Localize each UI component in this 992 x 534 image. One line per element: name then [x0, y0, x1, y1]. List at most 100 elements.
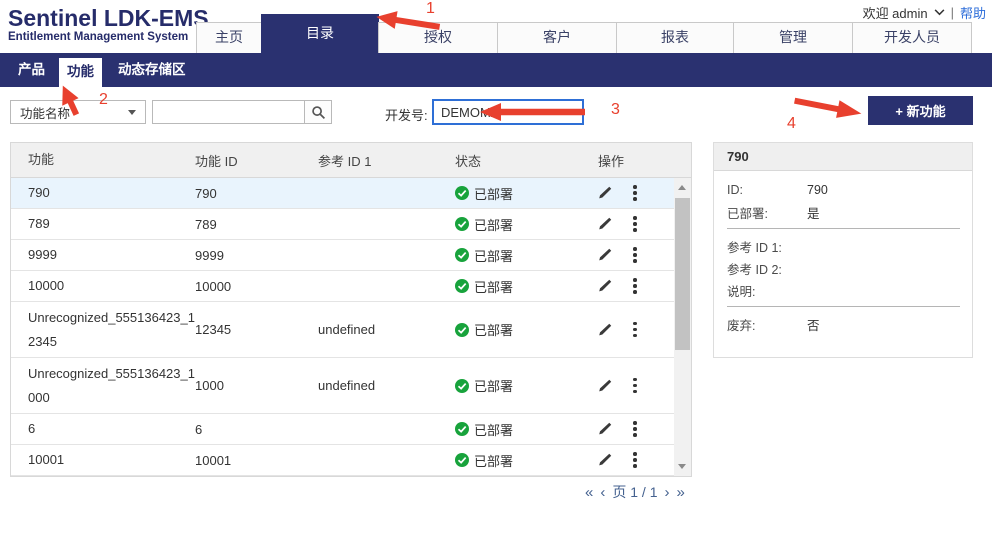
subnav-item-products[interactable]: 产品 [16, 53, 47, 87]
edit-icon[interactable] [598, 422, 612, 436]
edit-icon[interactable] [598, 186, 612, 200]
feature-name-cell: Unrecognized_555136423_1000 [11, 362, 195, 410]
column-header-feature-id: 功能 ID [195, 151, 318, 170]
table-row[interactable]: Unrecognized_555136423_10001000undefined… [11, 358, 674, 414]
table-row[interactable]: 789789 已部署 [11, 209, 674, 240]
feature-name-cell: Unrecognized_555136423_12345 [11, 306, 195, 354]
feature-name-cell: 10000 [11, 274, 195, 298]
actions-cell [588, 276, 674, 296]
detail-label-id: ID: [727, 183, 807, 197]
table-body: 790790已部署789789已部署99999999已部署1000010000已… [10, 178, 692, 477]
deployed-check-icon [455, 422, 469, 436]
logo-subtitle: Entitlement Management System [8, 31, 209, 43]
status-label: 已部署 [474, 215, 513, 234]
actions-cell [588, 245, 674, 265]
divider [727, 228, 960, 229]
detail-value-deployed: 是 [807, 203, 820, 222]
feature-name-cell: 790 [11, 181, 195, 205]
detail-title: 790 [714, 143, 972, 171]
prev-page-button[interactable]: ‹ [600, 484, 605, 501]
status-label: 已部署 [474, 376, 513, 395]
last-page-button[interactable]: » [676, 484, 684, 501]
feature-name-cell: 789 [11, 212, 195, 236]
detail-label-deployed: 已部署: [727, 203, 807, 222]
scroll-up-icon[interactable] [678, 185, 686, 190]
annotation-step-3: 3 [611, 102, 620, 118]
deployed-check-icon [455, 248, 469, 262]
table-row[interactable]: Unrecognized_555136423_1234512345undefin… [11, 302, 674, 358]
actions-cell [588, 214, 674, 234]
page-indicator: 页 1 / 1 [612, 482, 657, 502]
tab-administration[interactable]: 管理 [733, 22, 853, 53]
tab-home[interactable]: 主页 [196, 22, 262, 53]
more-actions-icon[interactable] [631, 320, 639, 340]
search-button[interactable] [304, 100, 332, 124]
search-input[interactable] [152, 100, 305, 124]
tab-reports[interactable]: 报表 [616, 22, 734, 53]
more-actions-icon[interactable] [631, 376, 639, 396]
annotation-step-1: 1 [426, 1, 435, 17]
more-actions-icon[interactable] [631, 214, 639, 234]
features-table: 功能 功能 ID 参考 ID 1 状态 操作 790790已部署789789已部… [10, 142, 692, 477]
app-logo: Sentinel LDK-EMS Entitlement Management … [8, 6, 209, 43]
actions-cell [588, 183, 674, 203]
annotation-arrow-4 [787, 87, 867, 127]
scrollbar-thumb[interactable] [675, 198, 690, 350]
more-actions-icon[interactable] [631, 419, 639, 439]
annotation-step-4: 4 [787, 116, 796, 132]
column-header-actions: 操作 [588, 151, 691, 170]
feature-name-cell: 9999 [11, 243, 195, 267]
feature-id-cell: 789 [195, 217, 318, 232]
status-cell: 已部署 [455, 376, 588, 395]
table-row[interactable]: 790790 已部署 [11, 178, 674, 209]
feature-name-cell: 6 [11, 417, 195, 441]
edit-icon[interactable] [598, 453, 612, 467]
edit-icon[interactable] [598, 323, 612, 337]
status-cell: 已部署 [455, 451, 588, 470]
tab-catalog[interactable]: 目录 [261, 14, 379, 53]
vertical-scrollbar[interactable] [674, 178, 691, 476]
edit-icon[interactable] [598, 279, 612, 293]
search-box [152, 100, 332, 124]
deployed-check-icon [455, 217, 469, 231]
table-row[interactable]: 99999999已部署 [11, 240, 674, 271]
feature-id-cell: 10001 [195, 453, 318, 468]
deployed-check-icon [455, 186, 469, 200]
subnav-item-memory[interactable]: 动态存储区 [116, 53, 188, 87]
edit-icon[interactable] [598, 379, 612, 393]
feature-id-cell: 790 [195, 186, 318, 201]
main-tabs: 主页 目录 授权 客户 报表 管理 开发人员 [196, 14, 972, 53]
ref-id-cell: undefined [318, 378, 455, 393]
status-cell: 已部署 [455, 246, 588, 265]
tab-customers[interactable]: 客户 [497, 22, 617, 53]
edit-icon[interactable] [598, 248, 612, 262]
more-actions-icon[interactable] [631, 276, 639, 296]
sub-nav: 产品 功能 动态存储区 [0, 53, 992, 87]
table-row[interactable]: 1000010000已部署 [11, 271, 674, 302]
new-feature-button[interactable]: + 新功能 [868, 96, 973, 125]
feature-id-cell: 12345 [195, 322, 318, 337]
table-row[interactable]: 1000110001已部署 [11, 445, 674, 476]
detail-label-description: 说明: [727, 281, 807, 300]
status-cell: 已部署 [455, 184, 588, 203]
scroll-down-icon[interactable] [678, 464, 686, 469]
status-label: 已部署 [474, 420, 513, 439]
actions-cell [588, 450, 674, 470]
more-actions-icon[interactable] [631, 450, 639, 470]
more-actions-icon[interactable] [631, 245, 639, 265]
edit-icon[interactable] [598, 217, 612, 231]
table-row[interactable]: 66 已部署 [11, 414, 674, 445]
vendor-label: 开发号: [385, 105, 428, 124]
actions-cell [588, 419, 674, 439]
more-actions-icon[interactable] [631, 183, 639, 203]
status-cell: 已部署 [455, 420, 588, 439]
actions-cell [588, 320, 674, 340]
feature-id-cell: 6 [195, 422, 318, 437]
status-label: 已部署 [474, 277, 513, 296]
tab-developers[interactable]: 开发人员 [852, 22, 972, 53]
column-header-ref-id: 参考 ID 1 [318, 151, 455, 170]
status-label: 已部署 [474, 184, 513, 203]
first-page-button[interactable]: « [585, 484, 593, 501]
next-page-button[interactable]: › [664, 484, 669, 501]
column-header-status: 状态 [455, 151, 588, 170]
